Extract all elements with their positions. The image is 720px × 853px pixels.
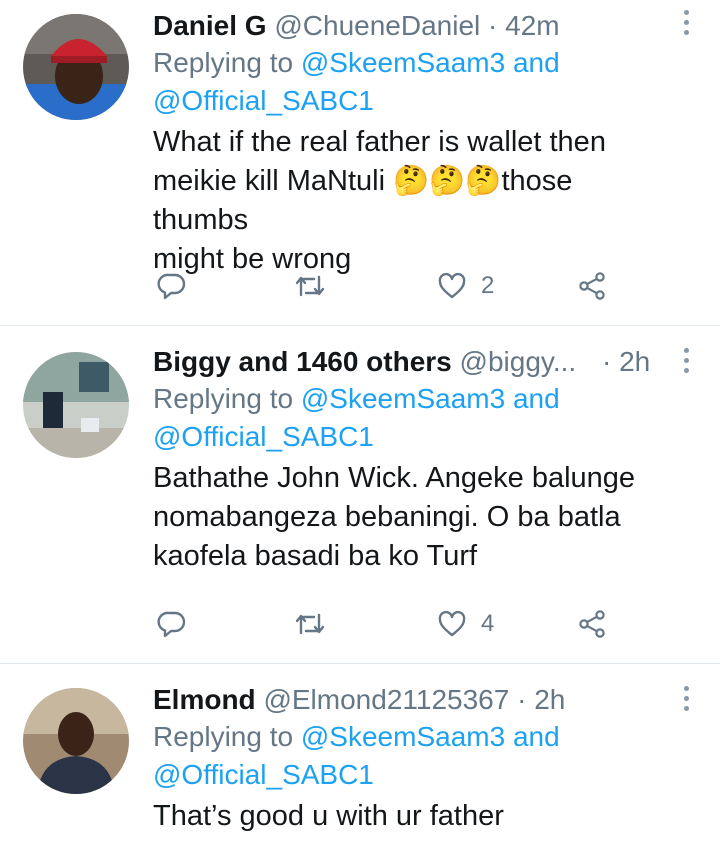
tweet-text-line: What if the real father is wallet then xyxy=(153,126,606,158)
thinking-face-emoji: 🤔🤔🤔 xyxy=(393,165,502,197)
retweet-button[interactable] xyxy=(293,266,327,306)
like-button[interactable]: 4 xyxy=(437,604,494,644)
mention-conjunction[interactable]: and xyxy=(513,721,560,752)
avatar[interactable] xyxy=(23,688,129,794)
tweet-actions: 2 xyxy=(153,266,623,306)
tweet-text-line: meikie kill MaNtuli xyxy=(153,165,394,197)
heart-icon xyxy=(438,610,466,637)
separator: · xyxy=(488,10,498,41)
tweet-content: Elmond @Elmond21125367 · 2h Replying to … xyxy=(153,682,670,836)
reply-button[interactable] xyxy=(157,266,187,306)
replying-to-label: Replying to xyxy=(153,383,294,414)
mention-link[interactable]: @Official_SABC1 xyxy=(153,759,374,790)
tweet-text: Bathathe John Wick. Angeke balunge nomab… xyxy=(153,459,670,576)
mention-link[interactable]: @Official_SABC1 xyxy=(153,85,374,116)
tweet-header: Elmond @Elmond21125367 · 2h xyxy=(153,682,670,718)
user-handle[interactable]: @ChueneDaniel xyxy=(274,10,480,41)
avatar[interactable] xyxy=(23,352,129,458)
share-icon xyxy=(579,272,605,300)
display-name[interactable]: Biggy and 1460 others xyxy=(153,346,452,377)
replying-to: Replying to @SkeemSaam3 and @Official_SA… xyxy=(153,718,670,794)
more-options-icon[interactable] xyxy=(682,348,690,376)
tweet-content: Biggy and 1460 others @biggy... · 2h Rep… xyxy=(153,344,670,576)
display-name[interactable]: Daniel G xyxy=(153,10,267,41)
tweet-card[interactable]: Elmond @Elmond21125367 · 2h Replying to … xyxy=(0,664,720,853)
tweet-text: What if the real father is wallet then m… xyxy=(153,123,670,279)
tweet-text-line: kaofela basadi ba ko Turf xyxy=(153,540,478,572)
separator: · xyxy=(517,684,527,715)
tweet-card[interactable]: Biggy and 1460 others @biggy... · 2h Rep… xyxy=(0,326,720,664)
tweet-text-line: Bathathe John Wick. Angeke balunge xyxy=(153,462,636,494)
tweet-header: Biggy and 1460 others @biggy... · 2h xyxy=(153,344,670,380)
retweet-button[interactable] xyxy=(293,604,327,644)
tweet-text: That’s good u with ur father xyxy=(153,797,670,836)
mention-conjunction[interactable]: and xyxy=(513,383,560,414)
tweet-actions: 4 xyxy=(153,604,623,644)
mention-link[interactable]: @SkeemSaam3 xyxy=(301,383,505,414)
more-options-icon[interactable] xyxy=(682,686,690,714)
user-handle[interactable]: @Elmond21125367 xyxy=(263,684,509,715)
retweet-icon xyxy=(295,613,325,635)
reply-icon xyxy=(157,611,186,638)
timestamp[interactable]: 42m xyxy=(505,10,559,41)
mention-link[interactable]: @Official_SABC1 xyxy=(153,421,374,452)
mention-conjunction[interactable]: and xyxy=(513,47,560,78)
timestamp[interactable]: 2h xyxy=(619,346,650,377)
replying-to: Replying to @SkeemSaam3 and @Official_SA… xyxy=(153,44,670,120)
tweet-text-line: That’s good u with ur father xyxy=(153,800,504,832)
heart-icon xyxy=(438,272,466,299)
more-options-icon[interactable] xyxy=(682,10,690,38)
replying-to-label: Replying to xyxy=(153,721,294,752)
avatar[interactable] xyxy=(23,14,129,120)
reply-icon xyxy=(157,273,186,300)
replying-to-label: Replying to xyxy=(153,47,294,78)
mention-link[interactable]: @SkeemSaam3 xyxy=(301,47,505,78)
display-name[interactable]: Elmond xyxy=(153,684,256,715)
share-icon xyxy=(579,610,605,638)
reply-button[interactable] xyxy=(157,604,187,644)
like-count: 2 xyxy=(481,272,495,299)
share-button[interactable] xyxy=(577,604,607,644)
tweet-text-line: nomabangeza bebaningi. O ba batla xyxy=(153,501,621,533)
tweet-header: Daniel G @ChueneDaniel · 42m xyxy=(153,8,670,44)
like-count: 4 xyxy=(481,610,495,637)
tweet-content: Daniel G @ChueneDaniel · 42m Replying to… xyxy=(153,8,670,279)
user-handle[interactable]: @biggy... xyxy=(460,346,577,377)
timestamp[interactable]: 2h xyxy=(534,684,565,715)
retweet-icon xyxy=(295,275,325,297)
mention-link[interactable]: @SkeemSaam3 xyxy=(301,721,505,752)
share-button[interactable] xyxy=(577,266,607,306)
like-button[interactable]: 2 xyxy=(437,266,494,306)
separator: · xyxy=(601,346,612,377)
replying-to: Replying to @SkeemSaam3 and @Official_SA… xyxy=(153,380,670,456)
tweet-card[interactable]: Daniel G @ChueneDaniel · 42m Replying to… xyxy=(0,0,720,326)
